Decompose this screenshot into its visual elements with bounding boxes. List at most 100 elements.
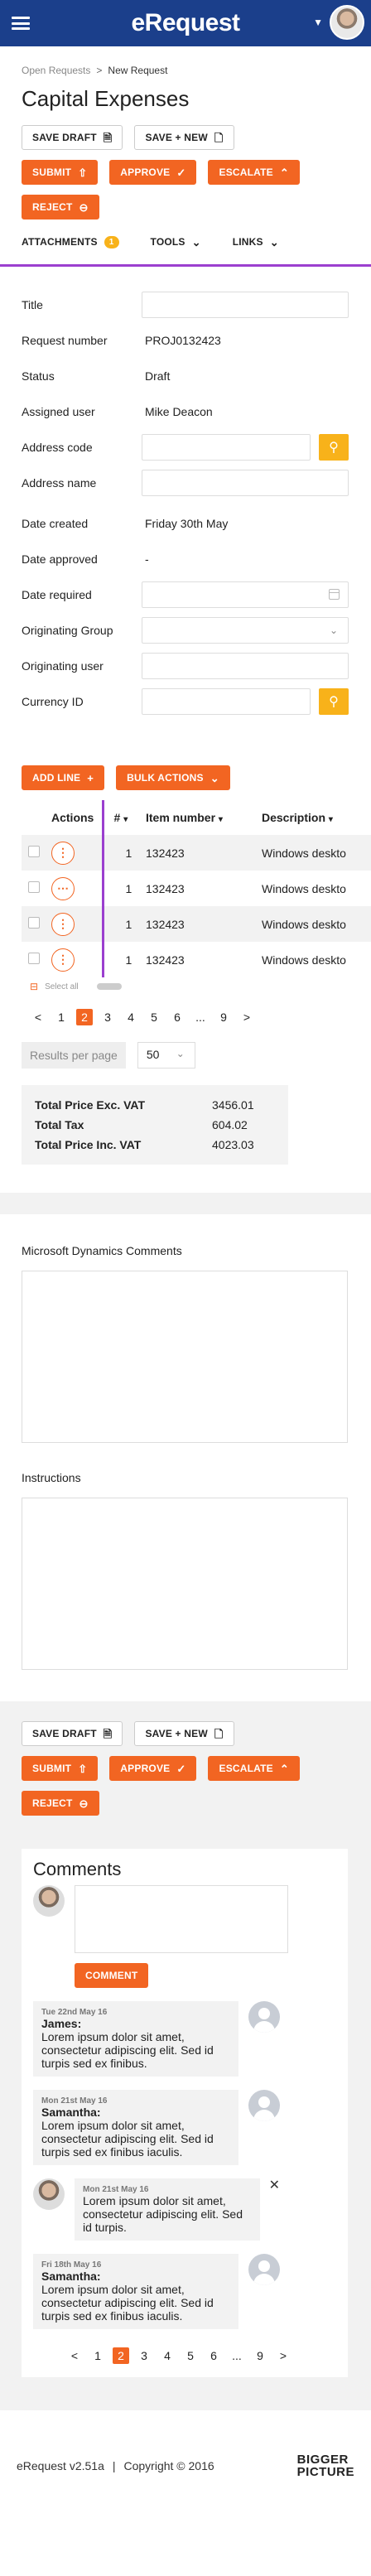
prev-page-icon[interactable]: <	[66, 2349, 83, 2362]
row-checkbox[interactable]	[28, 881, 40, 893]
title-input[interactable]	[142, 291, 349, 318]
dynamics-comments-textarea[interactable]	[22, 1271, 348, 1443]
calendar-icon[interactable]	[329, 588, 340, 600]
page-9[interactable]: 9	[252, 2349, 268, 2362]
links-dropdown[interactable]: LINKS ⌄	[222, 229, 289, 254]
prev-page-icon[interactable]: <	[30, 1011, 46, 1024]
select-all-link[interactable]: Select all	[45, 982, 79, 991]
brand-line-1: BIGGER	[296, 2453, 349, 2467]
save-new-button[interactable]: SAVE + NEW 🗋	[134, 1721, 234, 1746]
page-1[interactable]: 1	[89, 2349, 106, 2362]
menu-icon[interactable]	[12, 17, 30, 30]
approve-button[interactable]: APPROVE ✓	[109, 1756, 197, 1781]
page-5[interactable]: 5	[182, 2349, 199, 2362]
user-menu[interactable]: ▼	[313, 5, 364, 40]
instructions-textarea[interactable]	[22, 1498, 348, 1670]
address-code-label: Address code	[22, 440, 93, 454]
page-3[interactable]: 3	[99, 1011, 116, 1024]
totals-panel: Total Price Exc. VAT 3456.01 Total Tax 604…	[22, 1085, 288, 1165]
breadcrumb: Open Requests > New Request	[22, 65, 349, 76]
address-code-input[interactable]	[142, 433, 311, 461]
row-checkbox[interactable]	[28, 846, 40, 857]
row-actions-icon[interactable]: ⋯	[51, 876, 75, 900]
address-name-input[interactable]	[142, 469, 349, 496]
currency-id-input[interactable]	[142, 687, 311, 715]
comment-item: Fri 18th May 16 Samantha: Lorem ipsum do…	[33, 2254, 336, 2329]
tools-dropdown[interactable]: TOOLS ⌄	[140, 229, 211, 254]
page-6[interactable]: 6	[205, 2349, 222, 2362]
comment-date: Tue 22nd May 16	[41, 2008, 108, 2017]
add-line-button[interactable]: ADD LINE +	[22, 765, 105, 790]
num-header-label: #	[113, 811, 121, 824]
save-new-button[interactable]: SAVE + NEW 🗋	[134, 125, 234, 150]
user-placeholder-icon	[248, 2001, 280, 2033]
address-code-search-button[interactable]: ⚲	[319, 433, 349, 461]
table-row[interactable]: ⋯ 1 132423 Windows deskto	[22, 871, 371, 906]
column-header-item-number[interactable]: Item number ▾	[146, 800, 262, 835]
page-6[interactable]: 6	[169, 1011, 186, 1024]
comment-button[interactable]: COMMENT	[75, 1963, 149, 1988]
comment-author: Samantha:	[41, 2106, 101, 2119]
links-label: LINKS	[232, 236, 263, 248]
reject-button[interactable]: REJECT ⊖	[22, 1791, 99, 1816]
sort-icon: ▾	[328, 815, 333, 824]
column-header-description[interactable]: Description ▾	[262, 800, 371, 835]
new-comment-textarea[interactable]	[75, 1885, 288, 1953]
minus-square-icon[interactable]: ⊟	[30, 981, 38, 992]
status-value: Draft	[145, 369, 171, 383]
dynamics-comments-label: Microsoft Dynamics Comments	[22, 1244, 182, 1257]
approve-button[interactable]: APPROVE ✓	[109, 160, 197, 185]
next-page-icon[interactable]: >	[275, 2349, 292, 2362]
originating-group-select[interactable]: ⌄	[142, 616, 349, 644]
date-required-input[interactable]	[142, 581, 349, 608]
date-required-label: Date required	[22, 587, 92, 601]
section-separator	[0, 1193, 371, 1214]
close-icon[interactable]: ✕	[269, 2177, 280, 2193]
table-row[interactable]: ⋮ 1 132423 Windows deskto	[22, 942, 371, 977]
description-header-label: Description	[262, 811, 326, 824]
next-page-icon[interactable]: >	[238, 1011, 255, 1024]
app-logo[interactable]: eRequest	[131, 9, 240, 37]
bulk-actions-button[interactable]: BULK ACTIONS ⌄	[116, 765, 230, 790]
column-header-num[interactable]: # ▾	[101, 800, 146, 835]
results-per-page-select[interactable]: 50 ⌄	[137, 1042, 195, 1069]
submit-button[interactable]: SUBMIT ⇧	[22, 1756, 99, 1781]
page-1[interactable]: 1	[53, 1011, 70, 1024]
horizontal-scrollbar[interactable]	[96, 983, 122, 990]
table-row[interactable]: ⋮ 1 132423 Windows deskto	[22, 835, 371, 871]
page-5[interactable]: 5	[146, 1011, 162, 1024]
row-actions-icon[interactable]: ⋮	[51, 841, 75, 865]
originating-user-input[interactable]	[142, 652, 349, 679]
user-placeholder-icon	[248, 2254, 280, 2285]
row-checkbox[interactable]	[28, 953, 40, 964]
save-draft-button[interactable]: SAVE DRAFT 🗎	[22, 1721, 123, 1746]
submit-button[interactable]: SUBMIT ⇧	[22, 160, 99, 185]
search-icon: ⚲	[329, 694, 339, 709]
table-row[interactable]: ⋮ 1 132423 Windows deskto	[22, 906, 371, 942]
escalate-button[interactable]: ESCALATE ⌃	[208, 1756, 300, 1781]
escalate-button[interactable]: ESCALATE ⌃	[208, 160, 300, 185]
chevron-down-icon: ⌄	[176, 1048, 185, 1059]
comment-item: Tue 22nd May 16 James: Lorem ipsum dolor…	[33, 2001, 336, 2077]
assigned-user-label: Assigned user	[22, 404, 95, 418]
page-4[interactable]: 4	[159, 2349, 176, 2362]
total-tax-label: Total Tax	[35, 1118, 84, 1131]
page-2[interactable]: 2	[76, 1009, 93, 1025]
approve-label: APPROVE	[120, 166, 171, 178]
escalate-label: ESCALATE	[219, 166, 273, 178]
breadcrumb-open-requests[interactable]: Open Requests	[22, 65, 90, 76]
page-4[interactable]: 4	[123, 1011, 139, 1024]
row-checkbox[interactable]	[28, 917, 40, 929]
page-2[interactable]: 2	[113, 2347, 129, 2364]
reject-button[interactable]: REJECT ⊖	[22, 195, 99, 219]
bigger-picture-logo[interactable]: BIGGER PICTURE	[297, 2453, 354, 2478]
row-actions-icon[interactable]: ⋮	[51, 948, 75, 972]
page-9[interactable]: 9	[215, 1011, 232, 1024]
row-actions-icon[interactable]: ⋮	[51, 912, 75, 936]
attachments-button[interactable]: ATTACHMENTS 1	[22, 229, 129, 254]
row-item-number: 132423	[146, 953, 185, 967]
save-draft-button[interactable]: SAVE DRAFT 🗎	[22, 125, 123, 150]
originating-user-label: Originating user	[22, 658, 104, 673]
currency-id-search-button[interactable]: ⚲	[319, 687, 349, 715]
page-3[interactable]: 3	[136, 2349, 152, 2362]
